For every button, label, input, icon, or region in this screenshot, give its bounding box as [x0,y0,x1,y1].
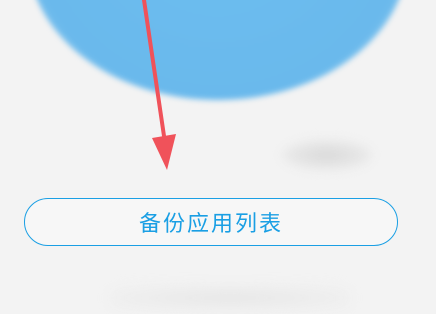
backup-app-list-label: 备份应用列表 [138,212,283,237]
red-arrow-icon [142,0,176,170]
backup-app-list-button[interactable]: 备份应用列表 [24,198,398,246]
screen: 备份应用列表 [0,0,436,314]
